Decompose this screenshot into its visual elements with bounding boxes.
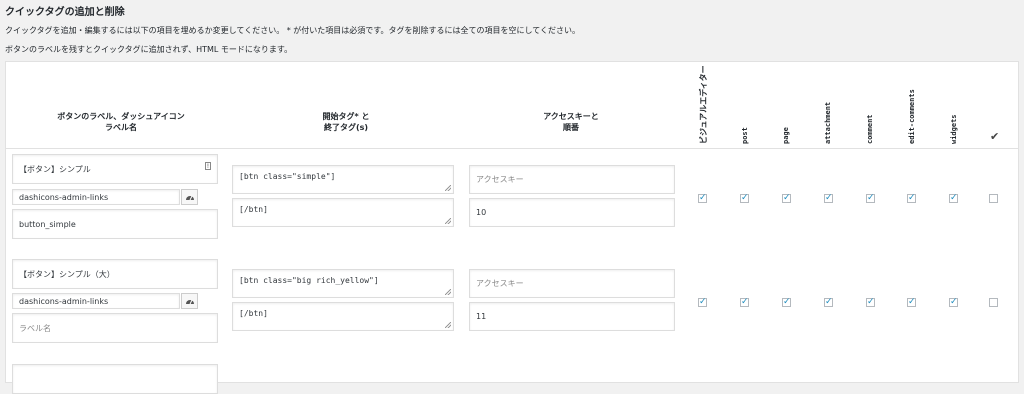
required-marker-icon: ! [205, 162, 211, 170]
page-checkbox[interactable]: ✓ [782, 194, 791, 203]
end-tag-textarea[interactable]: [/btn] [232, 198, 454, 227]
header-attachment: attachment [824, 101, 832, 144]
check-all-icon[interactable]: ✔ [990, 130, 999, 143]
button-label-input[interactable]: 【ボタン】シンプル（大） [12, 259, 218, 289]
visual-editor-checkbox[interactable]: ✓ [698, 194, 707, 203]
quicktags-table: ボタンのラベル、ダッシュアイコン ラベル名 開始タグ* と 終了タグ(s) アク… [5, 61, 1019, 394]
header-page: page [782, 127, 790, 144]
description-text: クイックタグを追加・編集するには以下の項目を埋めるか変更してください。 * が付… [5, 26, 580, 35]
end-tag-textarea[interactable]: [/btn] [232, 302, 454, 331]
start-tag-textarea[interactable]: [btn class="simple"] [232, 165, 454, 194]
dashboard-icon[interactable] [181, 189, 198, 205]
dashicon-input[interactable]: dashicons-admin-links [12, 189, 180, 205]
order-input[interactable]: 11 [469, 302, 675, 331]
header-widgets: widgets [950, 114, 958, 144]
button-label-input[interactable]: 【ボタン】シンプル ! [12, 154, 218, 184]
header-comment: comment [866, 114, 874, 144]
post-checkbox[interactable]: ✓ [740, 298, 749, 307]
all-checkbox[interactable] [989, 194, 998, 203]
button-label-input[interactable] [12, 364, 218, 394]
widgets-checkbox[interactable]: ✓ [949, 298, 958, 307]
header-edit-comments: edit-comments [908, 89, 916, 144]
post-checkbox[interactable]: ✓ [740, 194, 749, 203]
comment-checkbox[interactable]: ✓ [866, 194, 875, 203]
header-tags: 開始タグ* と 終了タグ(s) [322, 112, 370, 132]
attachment-checkbox[interactable]: ✓ [824, 194, 833, 203]
edit-comments-checkbox[interactable]: ✓ [907, 298, 916, 307]
page-title: クイックタグの追加と削除 [5, 7, 125, 18]
dashicon-input[interactable]: dashicons-admin-links [12, 293, 180, 309]
page-checkbox[interactable]: ✓ [782, 298, 791, 307]
comment-checkbox[interactable]: ✓ [866, 298, 875, 307]
description-note: ボタンのラベルを残すとクイックタグに追加されず、HTML モードになります。 [5, 45, 293, 54]
header-visual-editor: ビジュアルエディター [699, 65, 708, 144]
access-key-input[interactable]: アクセスキー [469, 165, 675, 194]
label-name-input[interactable]: ラベル名 [12, 313, 218, 343]
access-key-input[interactable]: アクセスキー [469, 269, 675, 298]
widgets-checkbox[interactable]: ✓ [949, 194, 958, 203]
all-checkbox[interactable] [989, 298, 998, 307]
dashboard-icon[interactable] [181, 293, 198, 309]
header-access-key: アクセスキーと 順番 [543, 112, 599, 132]
label-name-input[interactable]: button_simple [12, 209, 218, 239]
edit-comments-checkbox[interactable]: ✓ [907, 194, 916, 203]
header-post: post [741, 127, 749, 144]
attachment-checkbox[interactable]: ✓ [824, 298, 833, 307]
header-divider [6, 148, 1018, 149]
visual-editor-checkbox[interactable]: ✓ [698, 298, 707, 307]
start-tag-textarea[interactable]: [btn class="big rich_yellow"] [232, 269, 454, 298]
order-input[interactable]: 10 [469, 198, 675, 227]
header-button-label: ボタンのラベル、ダッシュアイコン ラベル名 [57, 112, 185, 132]
